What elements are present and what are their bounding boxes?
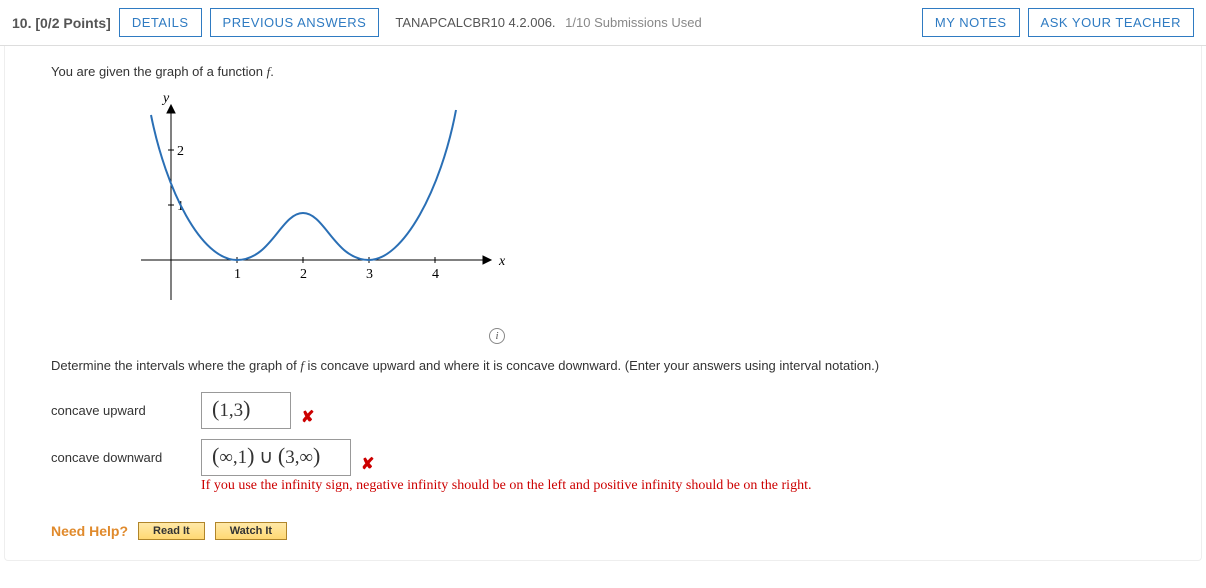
function-graph: 1 2 3 4 1 2 x y (121, 90, 1155, 318)
hint-row: If you use the infinity sign, negative i… (201, 478, 1155, 494)
wrong-icon: ✘ (361, 454, 374, 476)
svg-text:4: 4 (432, 267, 439, 282)
my-notes-button[interactable]: MY NOTES (922, 8, 1020, 37)
source-label: TANAPCALCBR10 4.2.006. 1/10 Submissions … (395, 15, 701, 30)
question-body: You are given the graph of a function f. (4, 46, 1202, 561)
intro-text: You are given the graph of a function f. (51, 64, 1155, 80)
question-number: 10. [0/2 Points] (12, 15, 111, 31)
previous-answers-button[interactable]: PREVIOUS ANSWERS (210, 8, 380, 37)
svg-text:3: 3 (366, 267, 373, 282)
concave-upward-input[interactable]: (1,3) (201, 392, 291, 429)
info-icon[interactable]: i (489, 328, 505, 344)
details-button[interactable]: DETAILS (119, 8, 202, 37)
concave-downward-input[interactable]: (∞,1) ∪ (3,∞) (201, 439, 351, 476)
concave-downward-row: concave downward (∞,1) ∪ (3,∞) ✘ (51, 439, 1155, 476)
svg-text:y: y (161, 91, 170, 106)
need-help-row: Need Help? Read It Watch It (51, 522, 1155, 540)
ask-teacher-button[interactable]: ASK YOUR TEACHER (1028, 8, 1194, 37)
upward-label: concave upward (51, 403, 201, 418)
svg-text:1: 1 (234, 267, 241, 282)
need-help-label: Need Help? (51, 523, 128, 539)
wrong-icon: ✘ (301, 407, 314, 429)
hint-text: If you use the infinity sign, negative i… (201, 478, 1155, 494)
concave-upward-row: concave upward (1,3) ✘ (51, 392, 1155, 429)
svg-text:x: x (498, 254, 506, 269)
upward-value: 1,3 (219, 400, 243, 421)
instruction-text: Determine the intervals where the graph … (51, 358, 1155, 374)
read-it-button[interactable]: Read It (138, 522, 205, 540)
question-header: 10. [0/2 Points] DETAILS PREVIOUS ANSWER… (0, 0, 1206, 46)
downward-label: concave downward (51, 450, 201, 465)
watch-it-button[interactable]: Watch It (215, 522, 287, 540)
svg-text:2: 2 (177, 144, 184, 159)
svg-text:2: 2 (300, 267, 307, 282)
